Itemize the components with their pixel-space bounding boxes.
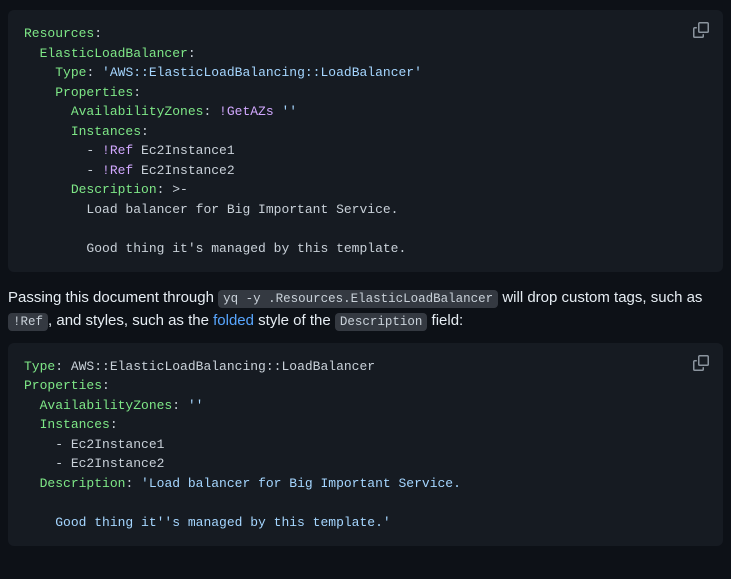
folded-link[interactable]: folded <box>213 312 254 329</box>
code-content-2: Type: AWS::ElasticLoadBalancing::LoadBal… <box>24 357 707 533</box>
inline-code-desc: Description <box>335 313 428 331</box>
code-content-1: Resources: ElasticLoadBalancer: Type: 'A… <box>24 24 707 258</box>
para-text-1: Passing this document through <box>8 289 218 306</box>
copy-button-1[interactable] <box>687 18 715 46</box>
para-text-2: will drop custom tags, such as <box>498 289 702 306</box>
copy-icon <box>693 355 709 375</box>
code-block-2: Type: AWS::ElasticLoadBalancing::LoadBal… <box>8 343 723 547</box>
copy-button-2[interactable] <box>687 351 715 379</box>
paragraph: Passing this document through yq -y .Res… <box>8 286 723 333</box>
para-text-3: , and styles, such as the <box>48 312 213 329</box>
inline-code-ref: !Ref <box>8 313 48 331</box>
inline-code-cmd: yq -y .Resources.ElasticLoadBalancer <box>218 290 498 308</box>
para-text-5: field: <box>427 312 463 329</box>
para-text-4: style of the <box>254 312 335 329</box>
copy-icon <box>693 22 709 42</box>
code-block-1: Resources: ElasticLoadBalancer: Type: 'A… <box>8 10 723 272</box>
